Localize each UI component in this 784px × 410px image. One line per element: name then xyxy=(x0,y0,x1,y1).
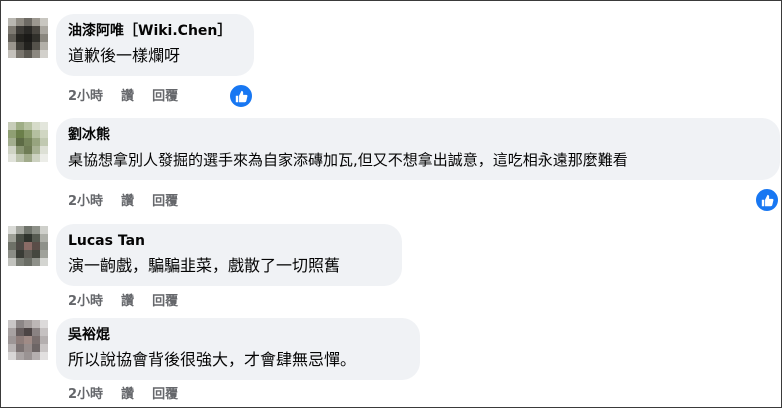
like-button[interactable]: 讚 xyxy=(121,387,134,402)
comment-actions: 2小時 讚 回覆 xyxy=(68,293,196,311)
like-button[interactable]: 讚 xyxy=(121,89,134,104)
comment-author[interactable]: Lucas Tan xyxy=(68,232,388,250)
thumbs-up-icon[interactable] xyxy=(228,83,254,109)
comment-bubble: 油漆阿唯［Wiki.Chen］ 道歉後一樣爛呀 xyxy=(56,14,254,76)
reply-button[interactable]: 回覆 xyxy=(152,294,178,309)
comment-time[interactable]: 2小時 xyxy=(68,387,103,402)
comment-text: 桌協想拿別人發掘的選手來為自家添磚加瓦,但又不想拿出誠意，這吃相永遠那麼難看 xyxy=(68,151,628,169)
comment-text: 所以說協會背後很強大，才會肆無忌憚。 xyxy=(68,350,357,369)
comment-author[interactable]: 油漆阿唯［Wiki.Chen］ xyxy=(68,22,240,40)
comment-text: 演一齣戲，騙騙韭菜，戲散了一切照舊 xyxy=(68,256,341,275)
like-button[interactable]: 讚 xyxy=(121,294,134,309)
reply-button[interactable]: 回覆 xyxy=(152,194,178,209)
comment-text: 道歉後一樣爛呀 xyxy=(68,46,181,65)
reply-button[interactable]: 回覆 xyxy=(152,89,178,104)
comment-author[interactable]: 吳裕焜 xyxy=(68,326,406,344)
comment-actions: 2小時 讚 回覆 xyxy=(68,88,196,106)
avatar[interactable] xyxy=(8,320,48,360)
avatar[interactable] xyxy=(8,122,48,162)
comment-time[interactable]: 2小時 xyxy=(68,89,103,104)
comment-bubble: Lucas Tan 演一齣戲，騙騙韭菜，戲散了一切照舊 xyxy=(56,224,402,286)
avatar[interactable] xyxy=(8,226,48,266)
comment-actions: 2小時 讚 回覆 xyxy=(68,386,196,404)
comment-time[interactable]: 2小時 xyxy=(68,294,103,309)
comment-time[interactable]: 2小時 xyxy=(68,194,103,209)
thumbs-up-icon[interactable] xyxy=(754,187,780,213)
comment-bubble: 吳裕焜 所以說協會背後很強大，才會肆無忌憚。 xyxy=(56,318,420,380)
comment-bubble: 劉冰熊 桌協想拿別人發掘的選手來為自家添磚加瓦,但又不想拿出誠意，這吃相永遠那麼… xyxy=(56,118,780,180)
reply-button[interactable]: 回覆 xyxy=(152,387,178,402)
comment-actions: 2小時 讚 回覆 xyxy=(68,193,196,211)
like-button[interactable]: 讚 xyxy=(121,194,134,209)
comment-author[interactable]: 劉冰熊 xyxy=(68,126,766,144)
avatar[interactable] xyxy=(8,18,48,58)
